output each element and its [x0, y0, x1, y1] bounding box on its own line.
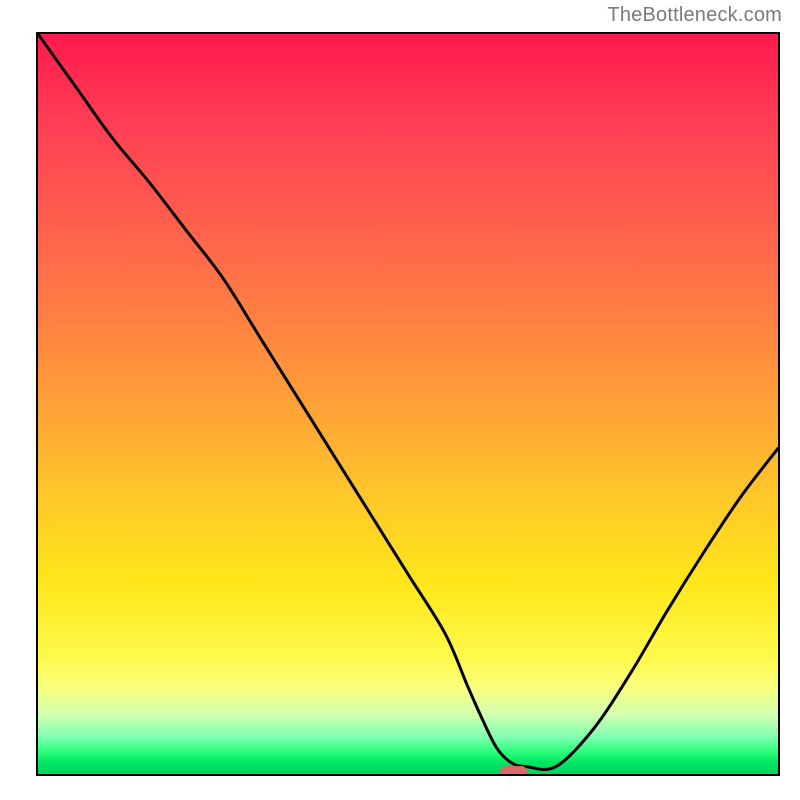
bottleneck-curve [38, 34, 778, 774]
optimal-marker [500, 766, 528, 776]
plot-area [36, 32, 780, 776]
watermark-text: TheBottleneck.com [607, 4, 782, 27]
